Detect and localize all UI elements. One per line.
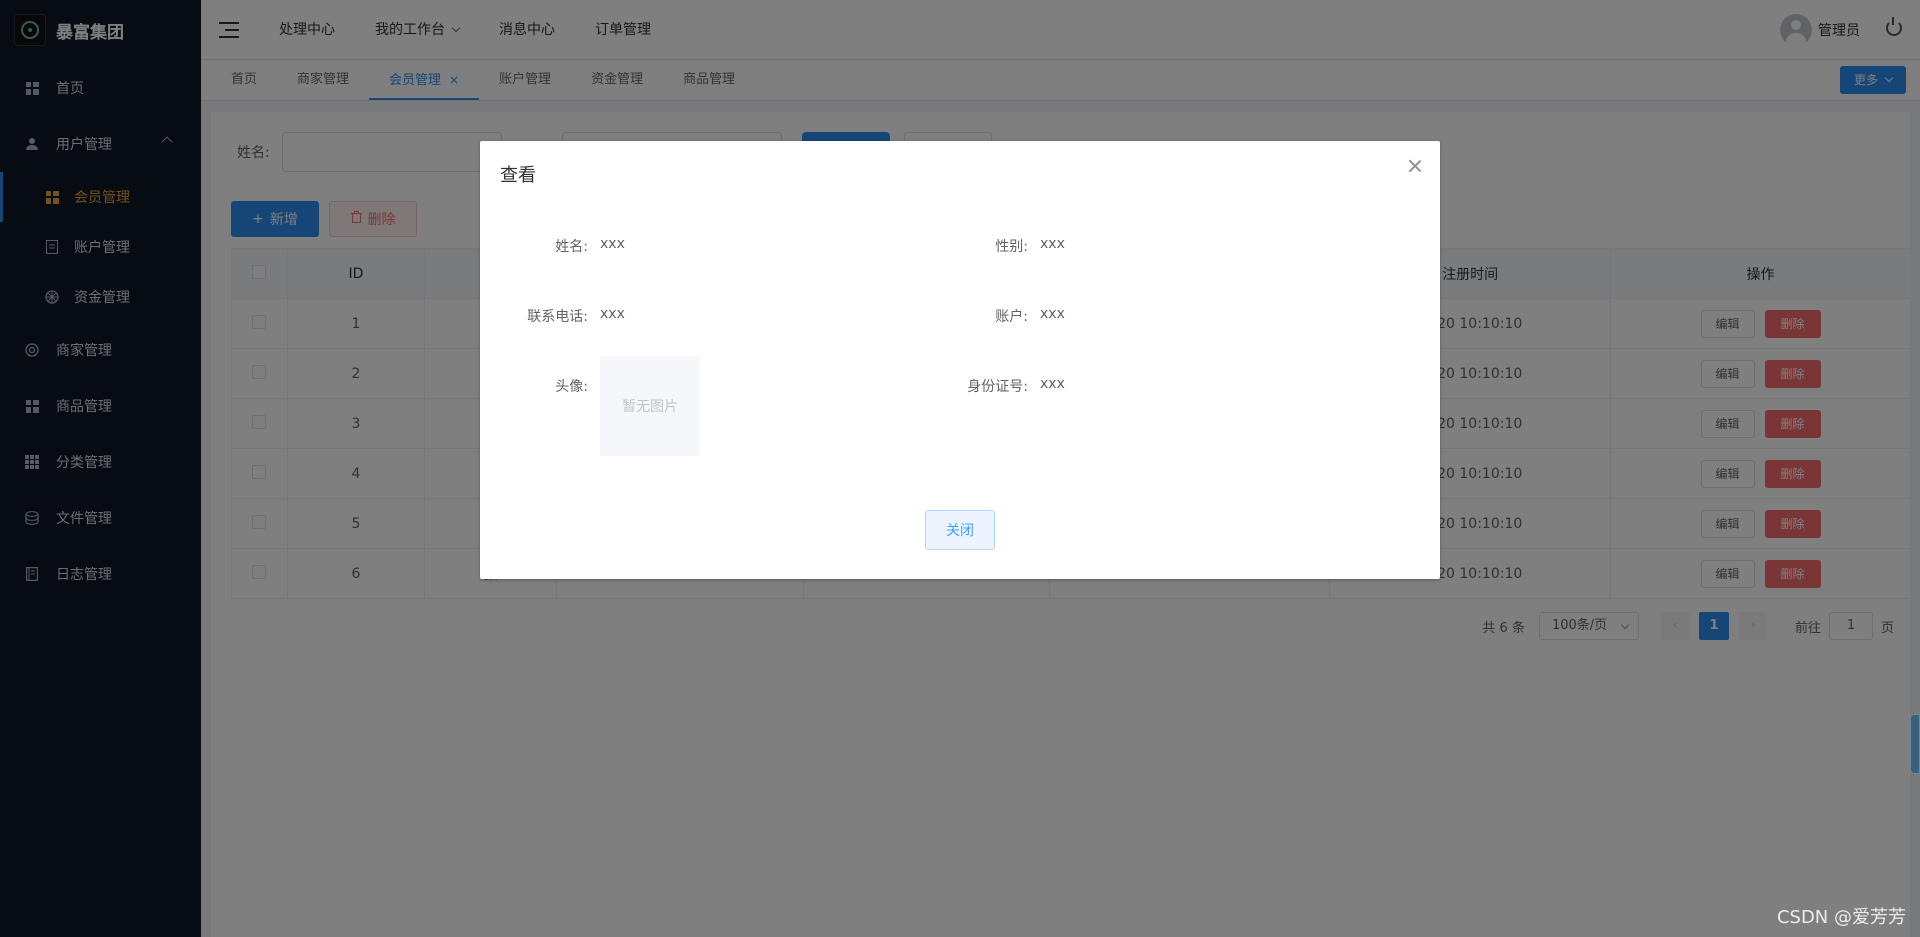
field-value: xxx bbox=[600, 306, 625, 322]
close-button[interactable]: 关闭 bbox=[925, 510, 995, 550]
field-label: 姓名: bbox=[555, 239, 588, 255]
field-value: xxx bbox=[1040, 376, 1065, 392]
field-label: 账户: bbox=[995, 309, 1028, 325]
field-id-card: 身份证号: xxx bbox=[920, 376, 1065, 396]
avatar-image-placeholder: 暂无图片 bbox=[600, 356, 700, 456]
field-phone: 联系电话: xxx bbox=[480, 306, 625, 326]
dialog-title: 查看 bbox=[500, 165, 536, 186]
field-account: 账户: xxx bbox=[920, 306, 1065, 326]
view-dialog: 查看 姓名: xxx 性别: xxx 联系电话: xxx 账户: xxx 头像:… bbox=[480, 141, 1440, 579]
field-name: 姓名: xxx bbox=[480, 236, 625, 256]
field-label: 身份证号: bbox=[967, 379, 1028, 395]
field-value: xxx bbox=[1040, 236, 1065, 252]
field-label: 头像: bbox=[555, 379, 588, 395]
field-label: 联系电话: bbox=[527, 309, 588, 325]
watermark: CSDN @爱芳芳 bbox=[1776, 907, 1906, 928]
side-widget[interactable] bbox=[1910, 714, 1920, 774]
field-value: xxx bbox=[600, 236, 625, 252]
field-value: xxx bbox=[1040, 306, 1065, 322]
field-gender: 性别: xxx bbox=[920, 236, 1065, 256]
field-label: 性别: bbox=[995, 239, 1028, 255]
field-avatar: 头像: 暂无图片 bbox=[480, 356, 700, 456]
close-icon[interactable] bbox=[1408, 159, 1422, 173]
